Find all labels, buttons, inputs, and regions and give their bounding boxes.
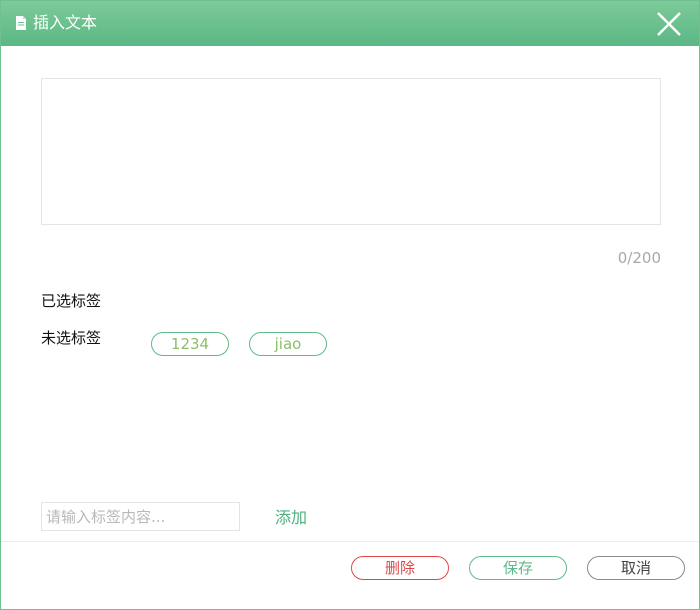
tag-content-input[interactable] [41, 502, 240, 531]
cancel-button[interactable]: 取消 [587, 556, 685, 580]
tag-chip[interactable]: jiao [249, 332, 327, 356]
close-icon[interactable] [655, 10, 683, 38]
save-button[interactable]: 保存 [469, 556, 567, 580]
insert-text-dialog: 插入文本 0/200 已选标签 未选标签 1234 jiao 添加 删除 保存 … [0, 0, 700, 610]
delete-button[interactable]: 删除 [351, 556, 449, 580]
selected-tags-label: 已选标签 [41, 292, 102, 310]
title-bar: 插入文本 [1, 1, 699, 46]
add-tag-button[interactable]: 添加 [275, 508, 307, 528]
document-icon [16, 16, 26, 30]
tag-chip[interactable]: 1234 [151, 332, 229, 356]
unselected-tags-label: 未选标签 [41, 329, 102, 347]
text-content-input[interactable] [41, 78, 661, 225]
footer-divider [1, 541, 699, 542]
dialog-title: 插入文本 [33, 13, 98, 32]
character-counter: 0/200 [617, 249, 661, 267]
